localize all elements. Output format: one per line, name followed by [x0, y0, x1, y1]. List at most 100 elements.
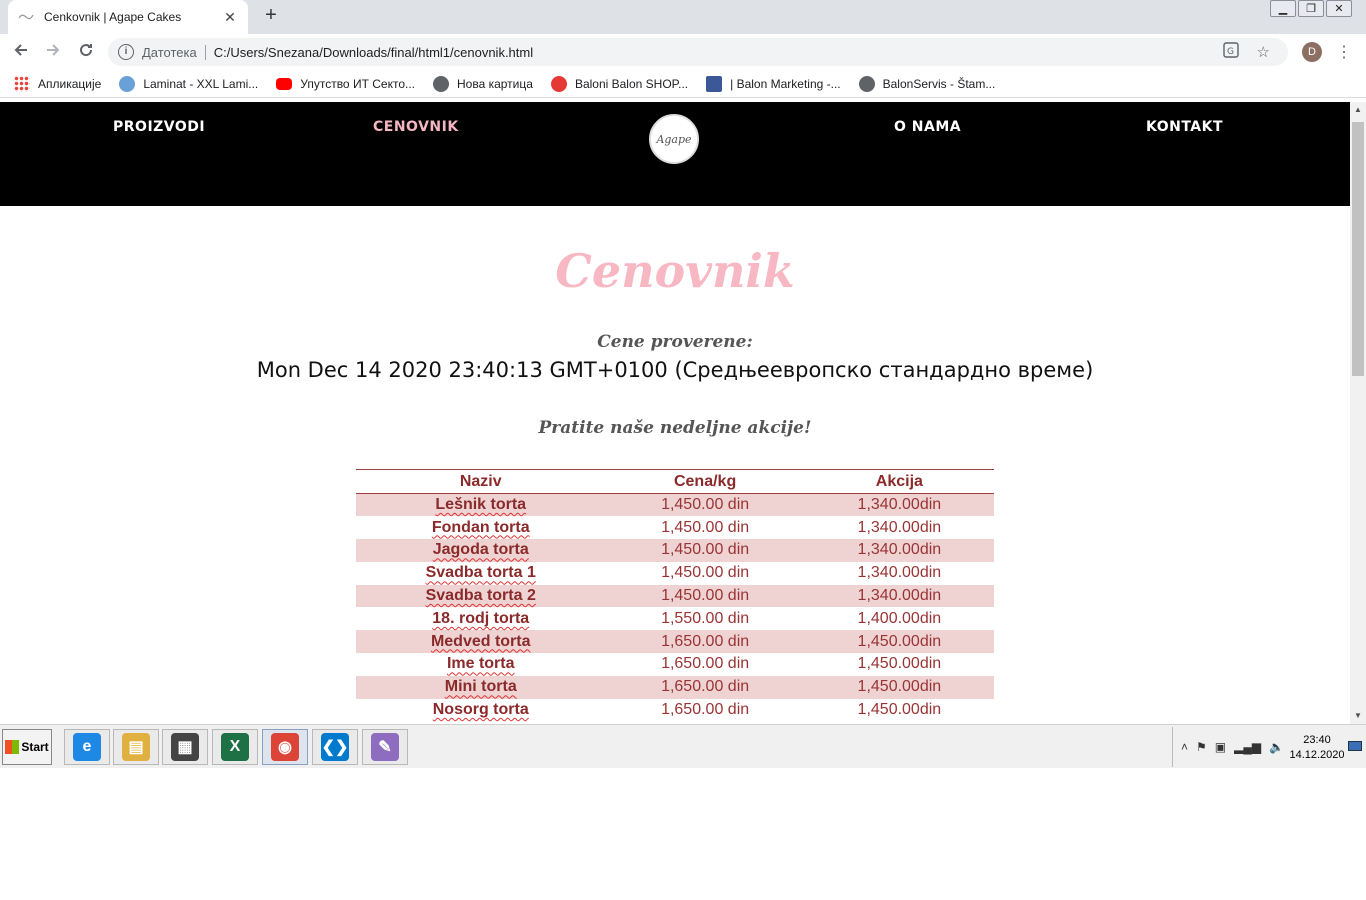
table-row: Mini torta 1,650.00 din 1,450.00din: [356, 675, 994, 699]
cell-akcija: 1,450.00din: [857, 655, 942, 673]
cell-akcija: 1,450.00din: [857, 701, 942, 719]
bookmark-label: Нова картица: [457, 76, 533, 91]
scrollbar-thumb[interactable]: [1352, 122, 1364, 376]
profile-avatar[interactable]: D: [1302, 42, 1322, 62]
site-logo[interactable]: Agape: [649, 114, 699, 164]
weekly-offers-note: Pratite naše nedeljne akcije!: [538, 418, 812, 438]
start-button[interactable]: Start: [2, 729, 52, 765]
maximize-button[interactable]: ❐: [1298, 0, 1324, 17]
tab-title: Cenkovnik | Agape Cakes: [44, 10, 182, 24]
url-text[interactable]: C:/Users/Snezana/Downloads/final/html1/c…: [214, 45, 1223, 60]
table-row: 18. rodj torta 1,550.00 din 1,400.00din: [356, 607, 994, 630]
forward-button[interactable]: [42, 41, 64, 63]
bookmark-label: Упутство ИТ Секто...: [300, 76, 415, 91]
reload-button[interactable]: [75, 41, 97, 63]
windows-flag-icon: [5, 740, 20, 754]
cell-akcija: 1,340.00din: [857, 518, 942, 536]
bookmarks-bar: Апликације Laminat - XXL Lami... Упутств…: [0, 70, 1366, 98]
cell-naziv: Nosorg torta: [432, 701, 529, 719]
cell-naziv: Jagoda torta: [356, 539, 606, 562]
bookmark-apps[interactable]: Апликације: [14, 75, 101, 92]
network-signal-icon[interactable]: ▂▄▆: [1234, 740, 1261, 754]
cell-akcija: 1,400.00din: [857, 609, 942, 627]
bookmark-label: | Balon Marketing -...: [730, 76, 841, 91]
taskbar-app-button[interactable]: e: [64, 729, 110, 765]
taskbar-app-button[interactable]: ✎: [362, 729, 408, 765]
new-tab-button[interactable]: +: [260, 5, 282, 27]
cell-naziv: Mini torta: [356, 675, 606, 699]
scroll-down-icon[interactable]: ▼: [1350, 708, 1366, 724]
browser-tab[interactable]: Cenkovnik | Agape Cakes ✕: [8, 0, 248, 34]
volume-icon[interactable]: 🔈: [1269, 740, 1284, 754]
site-navigation: PROIZVODI CENOVNIK Agape O NAMA KONTAKT: [0, 102, 1350, 206]
cell-cena: 1,650.00 din: [661, 701, 750, 719]
bookmark-label: BalonServis - Štam...: [882, 76, 996, 91]
scroll-up-icon[interactable]: ▲: [1350, 102, 1366, 118]
browser-menu-icon[interactable]: ⋮: [1336, 42, 1352, 62]
device-icon[interactable]: ▣: [1215, 740, 1226, 754]
table-row: Svadba torta 1 1,450.00 din 1,340.00din: [356, 562, 994, 585]
cell-naziv: Ime torta: [446, 655, 515, 673]
info-icon[interactable]: i: [118, 44, 134, 60]
page-viewport: PROIZVODI CENOVNIK Agape O NAMA KONTAKT …: [0, 102, 1350, 724]
taskbar-app-button[interactable]: ▦: [162, 729, 208, 765]
cell-akcija: 1,340.00din: [804, 584, 994, 608]
bookmark-youtube[interactable]: Упутство ИТ Секто...: [276, 77, 415, 91]
cell-akcija: 1,340.00din: [804, 539, 994, 562]
translate-icon[interactable]: G: [1222, 42, 1239, 62]
bookmark-star-icon[interactable]: ☆: [1257, 43, 1270, 61]
bookmark-laminat[interactable]: Laminat - XXL Lami...: [119, 75, 259, 92]
tab-close-icon[interactable]: ✕: [222, 9, 238, 26]
cell-akcija: 1,340.00din: [857, 564, 942, 582]
svg-text:G: G: [1227, 47, 1234, 57]
cell-cena: 1,650.00 din: [605, 675, 805, 699]
table-header-row: Naziv Cena/kg Akcija: [356, 469, 994, 494]
column-header-naziv: Naziv: [356, 469, 606, 494]
price-table: Naziv Cena/kg Akcija Lešnik torta 1,450.0…: [356, 469, 994, 721]
chrome-icon: ◉: [271, 733, 299, 761]
table-row: Ime torta 1,650.00 din 1,450.00din: [356, 653, 994, 676]
balon-marketing-favicon-icon: [706, 75, 723, 92]
laminat-favicon-icon: [119, 75, 136, 92]
table-row: Svadba torta 2 1,450.00 din 1,340.00din: [356, 584, 994, 608]
table-row: Nosorg torta 1,650.00 din 1,450.00din: [356, 699, 994, 722]
price-table-body: Lešnik torta 1,450.00 din 1,340.00din Fonda…: [356, 493, 994, 722]
clock-date: 14.12.2020: [1289, 749, 1345, 761]
security-label: Датотека: [142, 44, 206, 60]
taskbar-app-button[interactable]: ❮❯: [312, 729, 358, 765]
cell-cena: 1,550.00 din: [661, 609, 750, 627]
page-scrollbar[interactable]: ▲ ▼: [1350, 102, 1366, 724]
table-row: Lešnik torta 1,450.00 din 1,340.00din: [356, 493, 994, 517]
taskbar-app-button[interactable]: X: [212, 729, 258, 765]
site-favicon-icon: [18, 9, 34, 25]
cell-naziv: Lešnik torta: [356, 493, 606, 517]
cell-cena: 1,450.00 din: [605, 539, 805, 562]
show-desktop-icon[interactable]: [1348, 741, 1362, 751]
apps-grid-icon: [14, 75, 30, 92]
action-center-flag-icon[interactable]: ⚑: [1196, 740, 1207, 754]
close-window-button[interactable]: ✕: [1326, 0, 1352, 17]
address-bar[interactable]: i Датотека C:/Users/Snezana/Downloads/fi…: [108, 38, 1288, 66]
taskbar-app-button[interactable]: ▤: [113, 729, 159, 765]
bookmark-balon-marketing[interactable]: | Balon Marketing -...: [706, 75, 841, 92]
tray-expand-icon[interactable]: ˄: [1181, 740, 1188, 754]
bookmark-new-tab[interactable]: Нова картица: [433, 75, 533, 92]
cell-cena: 1,650.00 din: [605, 630, 805, 654]
nav-link-proizvodi[interactable]: PROIZVODI: [113, 119, 205, 135]
nav-link-kontakt[interactable]: KONTAKT: [1146, 119, 1223, 135]
bookmark-label: Laminat - XXL Lami...: [143, 76, 259, 91]
nav-link-o-nama[interactable]: O NAMA: [894, 119, 961, 135]
page-title: Cenovnik: [555, 244, 795, 298]
cell-akcija: 1,450.00din: [804, 675, 994, 699]
taskbar-app-button[interactable]: ◉: [262, 729, 308, 765]
minimize-button[interactable]: ▁: [1270, 0, 1296, 17]
bookmark-balonservis[interactable]: BalonServis - Štam...: [858, 75, 996, 92]
back-button[interactable]: [10, 41, 32, 63]
cell-cena: 1,450.00 din: [661, 564, 750, 582]
nav-link-cenovnik[interactable]: CENOVNIK: [373, 119, 459, 135]
system-clock[interactable]: 23:40 14.12.2020: [1286, 733, 1348, 763]
youtube-icon: [276, 77, 293, 90]
cell-cena: 1,450.00 din: [661, 518, 750, 536]
cell-naziv: Medved torta: [356, 630, 606, 654]
bookmark-baloni-shop[interactable]: Baloni Balon SHOP...: [550, 75, 688, 92]
